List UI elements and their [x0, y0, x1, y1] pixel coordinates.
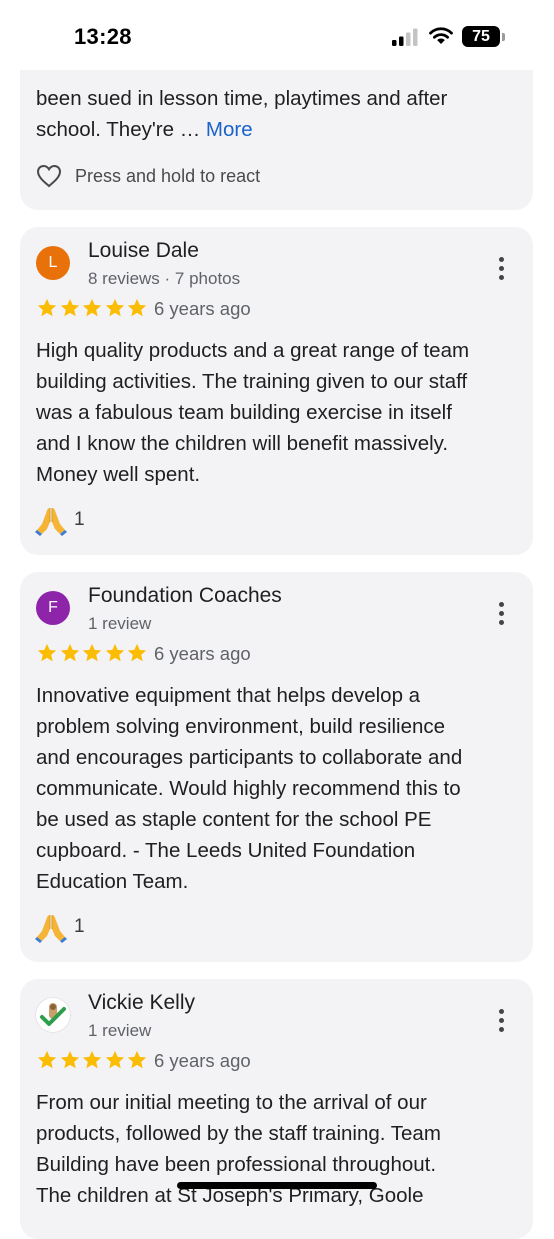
heart-outline-icon — [36, 164, 62, 188]
more-options-button[interactable] — [494, 1009, 508, 1035]
star-rating — [36, 1049, 149, 1071]
star-icon — [82, 643, 102, 662]
review-card: F Foundation Coaches 1 review 6 years ag… — [20, 572, 533, 962]
reaction-chip[interactable]: 1 — [34, 503, 85, 537]
more-link[interactable]: More — [206, 118, 253, 141]
status-time: 13:28 — [74, 24, 132, 49]
review-text-line: communicate. Would highly recommend this… — [36, 777, 461, 800]
star-icon — [127, 298, 147, 317]
review-text-line: High quality products and a great range … — [36, 339, 470, 362]
review-card: L Louise Dale 8 reviews · 7 photos 6 yea… — [20, 227, 533, 555]
review-text-line: Money well spent. — [36, 463, 201, 486]
react-label: Press and hold to react — [75, 165, 261, 186]
review-text-line: school. They're … More — [36, 114, 522, 145]
star-icon — [37, 643, 57, 662]
reviewer-meta: 1 review — [88, 614, 152, 633]
review-text-line: was a fabulous team building exercise in… — [36, 401, 452, 424]
reaction-count: 1 — [74, 916, 85, 937]
more-vert-icon — [494, 602, 508, 625]
status-bar: 13:28 75 — [0, 0, 554, 70]
star-rating — [36, 297, 149, 319]
star-icon — [37, 298, 57, 317]
reviewer-name[interactable]: Vickie Kelly — [88, 991, 195, 1015]
review-text-line: be used as staple content for the school… — [36, 808, 432, 831]
review-text-line: problem solving environment, build resil… — [36, 715, 446, 738]
star-icon — [105, 298, 124, 317]
folded-hands-icon — [35, 915, 67, 943]
home-indicator[interactable] — [177, 1182, 377, 1189]
review-text-line: and I know the children will benefit mas… — [36, 432, 449, 455]
star-rating — [36, 642, 149, 664]
star-icon — [82, 298, 102, 317]
more-vert-icon — [494, 257, 508, 280]
review-text-line: building activities. The training given … — [36, 370, 468, 393]
more-options-button[interactable] — [494, 602, 508, 628]
review-text: Innovative equipment that helps develop … — [36, 680, 522, 897]
review-card: Vickie Kelly 1 review 6 years ago From o… — [20, 979, 533, 1239]
avatar[interactable]: L — [36, 246, 70, 280]
star-icon — [60, 643, 79, 662]
review-text-line: and encourages participants to collabora… — [36, 746, 463, 769]
review-age: 6 years ago — [154, 643, 251, 664]
star-icon — [127, 1050, 147, 1069]
battery-tip — [502, 33, 505, 41]
more-vert-icon — [494, 1009, 508, 1032]
star-icon — [105, 643, 124, 662]
reviewer-name[interactable]: Foundation Coaches — [88, 584, 282, 608]
star-icon — [60, 1050, 79, 1069]
review-text-segment: school. They're … — [36, 118, 206, 141]
review-text: High quality products and a great range … — [36, 335, 522, 490]
star-icon — [105, 1050, 124, 1069]
review-text-line: Education Team. — [36, 870, 189, 893]
review-age: 6 years ago — [154, 1050, 251, 1071]
avatar-image[interactable] — [35, 997, 71, 1033]
battery-level: 75 — [462, 26, 500, 47]
avatar[interactable]: F — [36, 591, 70, 625]
reviewer-meta: 1 review — [88, 1021, 152, 1040]
star-icon — [127, 643, 147, 662]
battery-indicator: 75 — [462, 26, 505, 47]
wifi-icon — [429, 27, 453, 44]
review-text-line: Innovative equipment that helps develop … — [36, 684, 421, 707]
star-icon — [82, 1050, 102, 1069]
reviewer-meta: 8 reviews · 7 photos — [88, 269, 241, 288]
reviewer-name[interactable]: Louise Dale — [88, 239, 199, 263]
cellular-signal-icon — [392, 28, 418, 46]
review-text-line: cupboard. - The Leeds United Foundation — [36, 839, 416, 862]
star-icon — [37, 1050, 57, 1069]
review-text-partial: been sued in lesson time, playtimes and … — [36, 83, 522, 145]
star-icon — [60, 298, 79, 317]
review-text-line: From our initial meeting to the arrival … — [36, 1091, 427, 1114]
reaction-count: 1 — [74, 509, 85, 530]
review-text-line: been sued in lesson time, playtimes and … — [36, 87, 448, 110]
more-options-button[interactable] — [494, 257, 508, 283]
folded-hands-icon — [35, 508, 67, 536]
review-age: 6 years ago — [154, 298, 251, 319]
reaction-chip[interactable]: 1 — [34, 910, 85, 944]
review-text-line: Building have been professional througho… — [36, 1153, 437, 1176]
react-button[interactable]: Press and hold to react — [36, 161, 260, 191]
review-text: From our initial meeting to the arrival … — [36, 1087, 522, 1211]
review-text-line: products, followed by the staff training… — [36, 1122, 441, 1145]
